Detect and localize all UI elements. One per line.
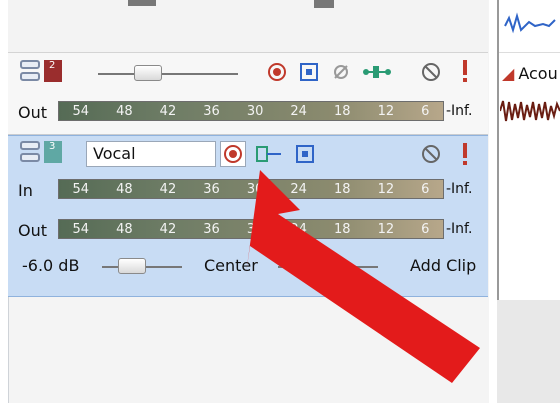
pointer-arrow-icon xyxy=(246,170,480,383)
